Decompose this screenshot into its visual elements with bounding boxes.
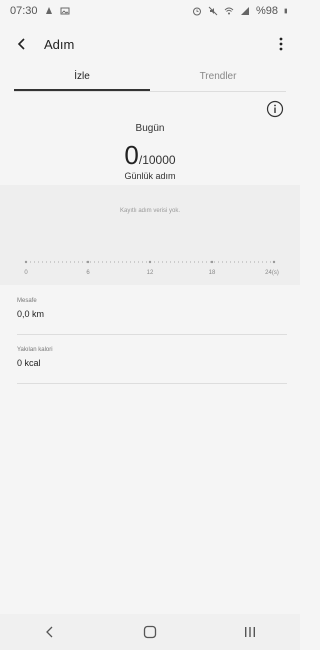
- nav-home-button[interactable]: [135, 617, 165, 647]
- status-time: 07:30: [10, 5, 38, 17]
- nav-recents-button[interactable]: [235, 617, 265, 647]
- chart-axis: 0 6 12 18 24(s): [24, 260, 279, 276]
- divider: [17, 334, 287, 335]
- divider: [17, 383, 287, 384]
- distance-metric: Mesafe 0,0 km: [17, 298, 287, 319]
- more-options-button[interactable]: [274, 34, 288, 54]
- image-icon: [60, 7, 70, 15]
- distance-label: Mesafe: [17, 298, 37, 304]
- calories-value: 0 kcal: [17, 358, 41, 368]
- mute-icon: [208, 6, 218, 16]
- chart-tick-mark: [272, 260, 276, 264]
- system-nav-bar: [0, 614, 300, 650]
- info-icon[interactable]: [266, 100, 284, 118]
- step-count: 0: [124, 140, 139, 170]
- page-title: Adım: [44, 36, 75, 52]
- tab-bar: İzle Trendler: [14, 66, 286, 92]
- chart-tick-label: 12: [147, 270, 154, 276]
- step-goal: /10000: [138, 153, 176, 167]
- back-button[interactable]: [12, 34, 32, 54]
- tab-trends[interactable]: Trendler: [150, 66, 286, 91]
- chart-tick-mark: [210, 260, 214, 264]
- nav-back-icon: [46, 626, 53, 638]
- tab-watch[interactable]: İzle: [14, 66, 150, 91]
- app-bar: Adım: [0, 28, 300, 60]
- nav-back-button[interactable]: [35, 617, 65, 647]
- signal-icon: [240, 7, 249, 15]
- recents-icon: [245, 627, 255, 637]
- step-chart: Kayıtlı adım verisi yok. 0 6 12 18 24(s): [0, 185, 300, 285]
- status-left: 07:30: [10, 5, 70, 17]
- calories-label: Yakılan kalori: [17, 347, 53, 353]
- chart-tick-label: 18: [209, 270, 216, 276]
- status-bar: 07:30 %98: [0, 0, 300, 22]
- daily-steps-label: Günlük adım: [124, 171, 176, 181]
- chart-tick-label: 24(s): [265, 270, 279, 276]
- more-vert-icon: [279, 37, 283, 51]
- chart-tick-mark: [24, 260, 28, 264]
- battery-icon: [284, 8, 287, 14]
- notification-icon: [45, 7, 52, 14]
- calories-metric: Yakılan kalori 0 kcal: [17, 347, 287, 368]
- status-right: %98: [192, 5, 290, 17]
- home-icon: [143, 625, 157, 639]
- chart-tick-label: 0: [24, 270, 28, 276]
- today-label: Bugün: [135, 123, 165, 134]
- wifi-icon: [224, 7, 234, 15]
- chart-tick-label: 6: [86, 270, 90, 276]
- battery-percent: %98: [255, 5, 278, 17]
- back-arrow-icon: [17, 38, 25, 50]
- chart-tick-mark: [148, 260, 152, 264]
- alarm-icon: [192, 7, 201, 16]
- step-summary: 0/10000: [0, 140, 300, 171]
- distance-value: 0,0 km: [17, 309, 45, 319]
- chart-tick-mark: [86, 260, 90, 264]
